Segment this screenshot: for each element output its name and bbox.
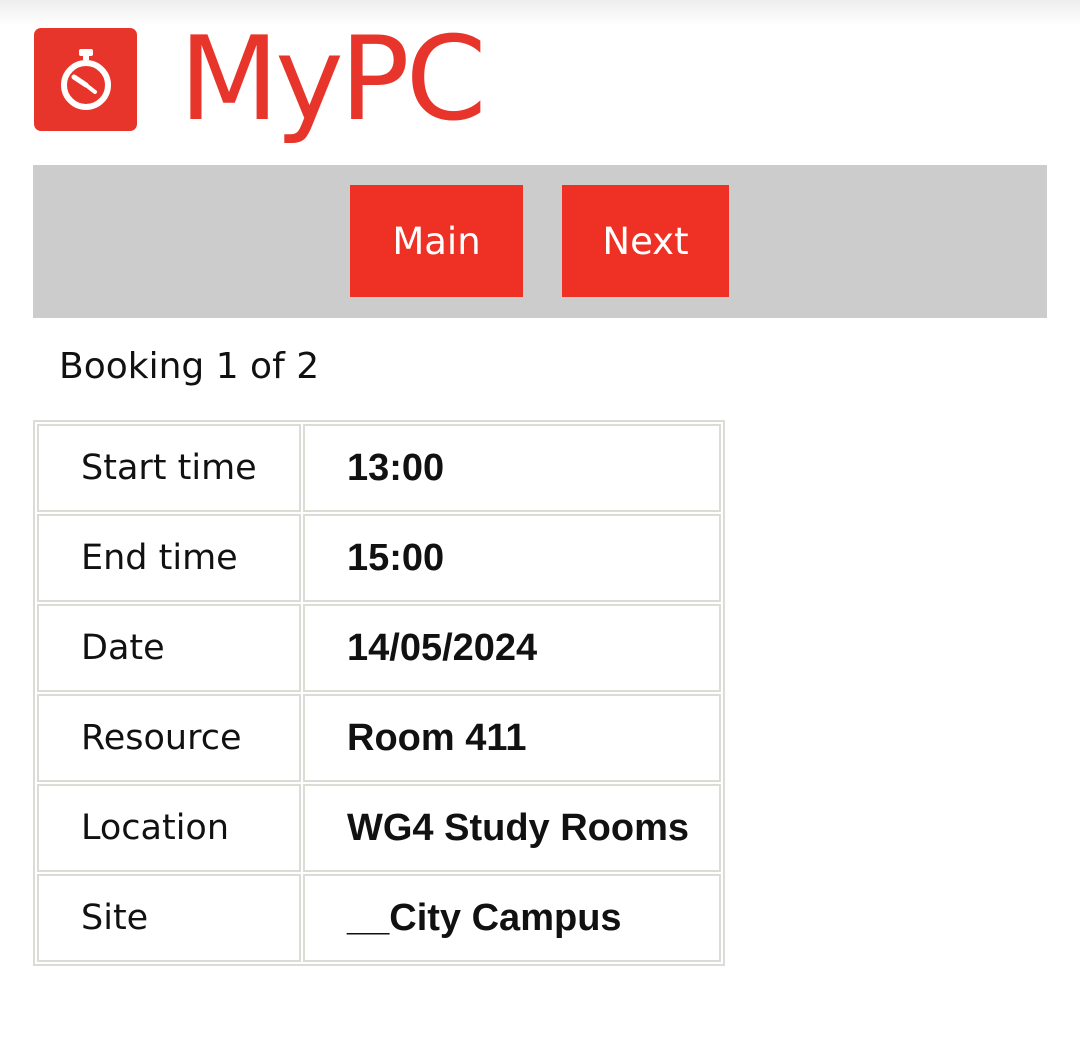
resource-value: Room 411 <box>303 694 721 782</box>
date-label: Date <box>37 604 301 692</box>
logo-text: MyPC <box>179 12 487 147</box>
start-time-value: 13:00 <box>303 424 721 512</box>
main-button[interactable]: Main <box>350 185 523 297</box>
booking-count: Booking 1 of 2 <box>59 346 320 387</box>
table-row: Date 14/05/2024 <box>37 604 721 692</box>
nav-bar: Main Next <box>33 165 1047 318</box>
booking-details-table: Start time 13:00 End time 15:00 Date 14/… <box>33 420 725 966</box>
resource-label: Resource <box>37 694 301 782</box>
table-row: Location WG4 Study Rooms <box>37 784 721 872</box>
table-row: Resource Room 411 <box>37 694 721 782</box>
stopwatch-icon <box>34 28 137 131</box>
table-row: End time 15:00 <box>37 514 721 602</box>
start-time-label: Start time <box>37 424 301 512</box>
next-button[interactable]: Next <box>562 185 729 297</box>
site-label: Site <box>37 874 301 962</box>
table-row: Start time 13:00 <box>37 424 721 512</box>
date-value: 14/05/2024 <box>303 604 721 692</box>
mypc-logo: MyPC <box>34 12 487 160</box>
location-label: Location <box>37 784 301 872</box>
end-time-value: 15:00 <box>303 514 721 602</box>
location-value: WG4 Study Rooms <box>303 784 721 872</box>
site-value: __City Campus <box>303 874 721 962</box>
end-time-label: End time <box>37 514 301 602</box>
table-row: Site __City Campus <box>37 874 721 962</box>
